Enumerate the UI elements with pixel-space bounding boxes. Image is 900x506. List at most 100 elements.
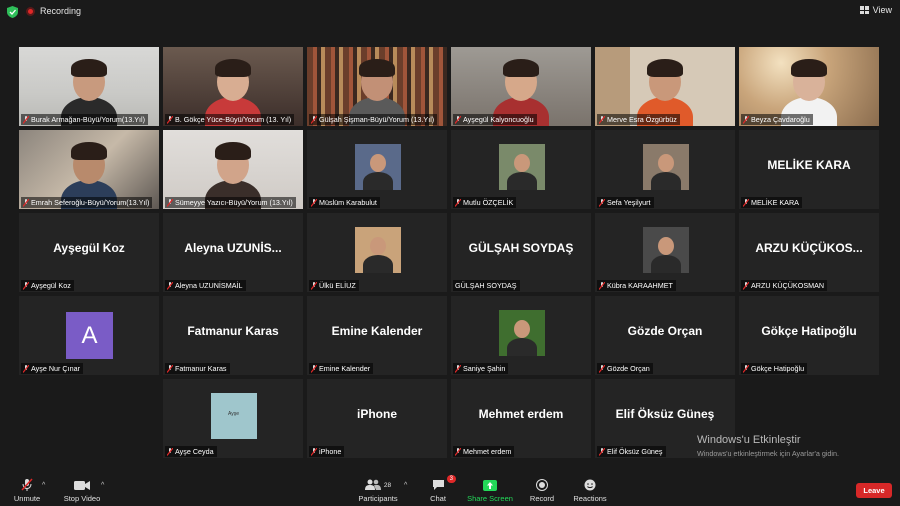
participant-name: ARZU KÜÇÜKOSMAN	[751, 281, 825, 290]
participant-name: Ayşe Ceyda	[175, 447, 214, 456]
participant-tile[interactable]: Gülşah Şişman-Büyü/Yorum (13.Yıl)	[307, 47, 447, 126]
participant-tile[interactable]: ARZU KÜÇÜKOS... ARZU KÜÇÜKOSMAN	[739, 213, 879, 292]
participants-icon	[364, 479, 381, 490]
record-icon	[536, 479, 548, 491]
muted-mic-icon	[743, 281, 749, 290]
participants-chevron-icon[interactable]: ^	[404, 482, 407, 489]
participant-name-label: Ayşe Ceyda	[165, 446, 217, 457]
muted-mic-icon	[743, 198, 749, 207]
share-screen-button[interactable]: Share Screen	[466, 478, 514, 503]
participant-tile[interactable]: Beyza Çavdaroğlu	[739, 47, 879, 126]
participant-tile[interactable]: Ayşe Ayşe Ceyda	[163, 379, 303, 458]
participant-tile[interactable]: A Ayşe Nur Çınar	[19, 296, 159, 375]
participant-name: Ayşegül Kalyoncuoğlu	[463, 115, 534, 124]
chat-button[interactable]: 3 Chat	[426, 475, 456, 503]
participant-name-label: Burak Armağan-Büyü/Yorum(13.Yıl)	[21, 114, 148, 125]
muted-mic-icon	[311, 364, 317, 373]
participant-name: B. Gökçe Yüce-Büyü/Yorum (13. Yıl)	[175, 115, 292, 124]
participant-tile[interactable]: Emrah Seferoğlu-Büyü/Yorum(13.Yıl)	[19, 130, 159, 209]
participant-name-label: Sefa Yeşilyurt	[597, 197, 654, 208]
muted-mic-icon	[21, 478, 33, 491]
participant-tile[interactable]: iPhone iPhone	[307, 379, 447, 458]
participant-tile[interactable]: Müslüm Karabulut	[307, 130, 447, 209]
record-button[interactable]: Record	[528, 478, 556, 503]
reactions-button[interactable]: Reactions	[573, 478, 607, 503]
participant-name-label: Müslüm Karabulut	[309, 197, 380, 208]
participant-tile[interactable]: Mutlu ÖZÇELİK	[451, 130, 591, 209]
chat-label: Chat	[430, 494, 446, 503]
participant-display-name: iPhone	[356, 407, 397, 421]
participant-tile[interactable]: MELİKE KARA MELİKE KARA	[739, 130, 879, 209]
muted-mic-icon	[311, 447, 317, 456]
participant-name-label: Mehmet erdem	[453, 446, 515, 457]
video-camera-icon	[74, 480, 90, 490]
profile-photo	[355, 144, 401, 190]
participant-tile[interactable]: Emine Kalender Emine Kalender	[307, 296, 447, 375]
unmute-label: Unmute	[13, 494, 41, 503]
video-options-chevron-icon[interactable]: ^	[101, 482, 104, 489]
participant-display-name: ARZU KÜÇÜKOS...	[755, 241, 863, 255]
stop-video-button[interactable]: Stop Video	[62, 478, 102, 503]
audio-options-chevron-icon[interactable]: ^	[42, 482, 45, 489]
participant-tile[interactable]: Ayşegül Kalyoncuoğlu	[451, 47, 591, 126]
participant-tile[interactable]: Saniye Şahin	[451, 296, 591, 375]
participants-button[interactable]: 28 Participants	[356, 478, 400, 503]
participant-tile[interactable]: Ayşegül Koz Ayşegül Koz	[19, 213, 159, 292]
profile-photo	[643, 144, 689, 190]
participant-name: Sümeyye Yazıcı-Büyü/Yorum (13.Yıl)	[175, 198, 293, 207]
muted-mic-icon	[599, 115, 605, 124]
muted-mic-icon	[23, 281, 29, 290]
participant-tile[interactable]: Aleyna UZUNİS... Aleyna UZUNİSMAİL	[163, 213, 303, 292]
muted-mic-icon	[455, 364, 461, 373]
muted-mic-icon	[455, 447, 461, 456]
participant-tile[interactable]: Sefa Yeşilyurt	[595, 130, 735, 209]
participant-name-label: Gülşah Şişman-Büyü/Yorum (13.Yıl)	[309, 114, 438, 125]
participant-tile[interactable]: Ülkü ELİUZ	[307, 213, 447, 292]
participant-tile[interactable]: Gözde Orçan Gözde Orçan	[595, 296, 735, 375]
participant-tile[interactable]: Kübra KARAAHMET	[595, 213, 735, 292]
participant-display-name: Aleyna UZUNİS...	[184, 241, 282, 255]
participant-name-label: Elif Öksüz Güneş	[597, 446, 666, 457]
participant-name: Merve Esra Özgürbüz	[607, 115, 677, 124]
profile-photo	[499, 144, 545, 190]
muted-mic-icon	[455, 198, 461, 207]
participant-name: iPhone	[319, 447, 342, 456]
participant-name-label: Aleyna UZUNİSMAİL	[165, 280, 246, 291]
chat-bubble-icon	[432, 480, 444, 490]
unmute-button[interactable]: Unmute	[12, 478, 42, 503]
participant-tile[interactable]: Sümeyye Yazıcı-Büyü/Yorum (13.Yıl)	[163, 130, 303, 209]
avatar: A	[66, 312, 113, 359]
participant-tile[interactable]: B. Gökçe Yüce-Büyü/Yorum (13. Yıl)	[163, 47, 303, 126]
participants-label: Participants	[358, 494, 398, 503]
leave-button[interactable]: Leave	[856, 483, 892, 498]
muted-mic-icon	[599, 364, 605, 373]
muted-mic-icon	[23, 115, 29, 124]
gallery-grid: Burak Armağan-Büyü/Yorum(13.Yıl) B. Gökçe…	[19, 47, 883, 458]
participant-tile[interactable]: Merve Esra Özgürbüz	[595, 47, 735, 126]
participant-tile[interactable]: Gökçe Hatipoğlu Gökçe Hatipoğlu	[739, 296, 879, 375]
participant-name-label: Fatmanur Karas	[165, 363, 230, 374]
participant-name: Mutlu ÖZÇELİK	[463, 198, 514, 207]
participant-display-name: MELİKE KARA	[767, 158, 851, 172]
participant-name: Aleyna UZUNİSMAİL	[175, 281, 243, 290]
participant-name: Mehmet erdem	[463, 447, 512, 456]
participant-tile[interactable]: GÜLŞAH SOYDAŞ GÜLŞAH SOYDAŞ	[451, 213, 591, 292]
shield-icon[interactable]	[7, 6, 18, 18]
participant-tile[interactable]: Mehmet erdem Mehmet erdem	[451, 379, 591, 458]
muted-mic-icon	[167, 447, 173, 456]
muted-mic-icon	[23, 364, 29, 373]
meeting-toolbar: Unmute ^ Stop Video ^ 28 Participants ^ …	[0, 472, 900, 506]
view-button[interactable]: View	[859, 5, 892, 15]
participant-name: MELİKE KARA	[751, 198, 799, 207]
record-label: Record	[529, 494, 555, 503]
participant-display-name: Mehmet erdem	[478, 407, 564, 421]
participant-name-label: B. Gökçe Yüce-Büyü/Yorum (13. Yıl)	[165, 114, 295, 125]
participant-name: Ayşe Nur Çınar	[31, 364, 80, 373]
muted-mic-icon	[167, 198, 173, 207]
stop-video-label: Stop Video	[63, 494, 101, 503]
participant-tile[interactable]: Fatmanur Karas Fatmanur Karas	[163, 296, 303, 375]
muted-mic-icon	[311, 198, 317, 207]
participant-tile[interactable]: Burak Armağan-Büyü/Yorum(13.Yıl)	[19, 47, 159, 126]
recording-label: Recording	[40, 6, 82, 16]
profile-photo: Ayşe	[211, 393, 257, 439]
